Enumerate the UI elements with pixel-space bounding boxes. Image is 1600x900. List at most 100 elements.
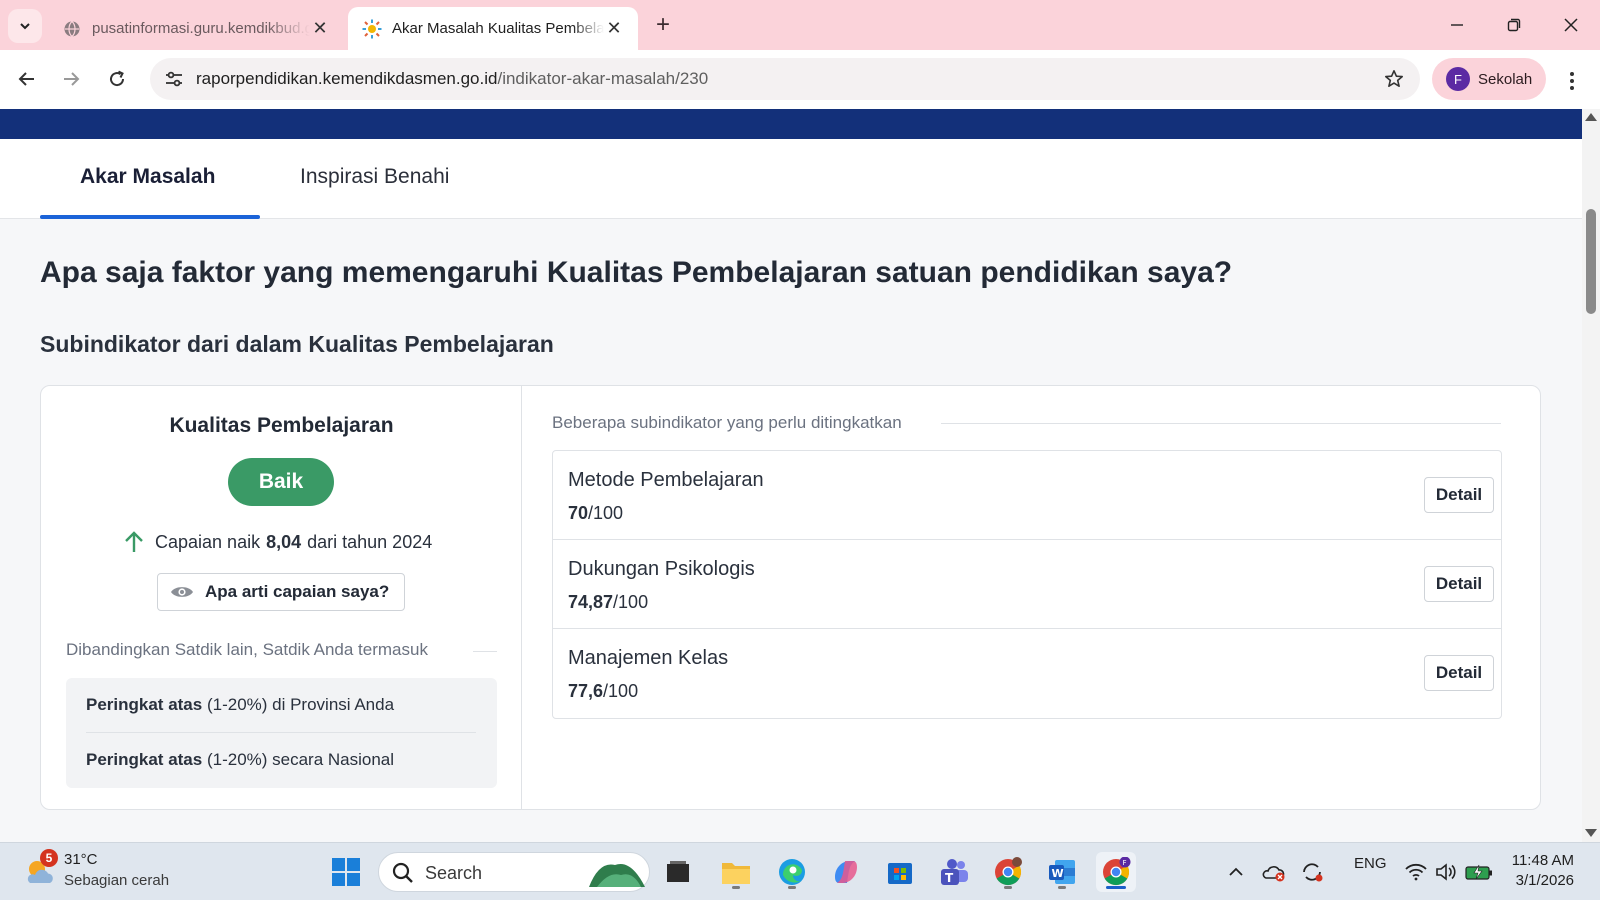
browser-tab-akar-masalah[interactable]: Akar Masalah Kualitas Pembelajaran ✕ (348, 7, 638, 50)
onedrive-tray-icon[interactable] (1260, 852, 1288, 892)
browser-menu-button[interactable] (1558, 67, 1586, 95)
subindicator-list: Metode Pembelajaran 70/100 Detail Dukung… (552, 450, 1502, 719)
score-max: /100 (613, 592, 649, 612)
scroll-down-icon[interactable] (1585, 829, 1597, 837)
forward-button[interactable] (54, 62, 88, 96)
status-badge: Baik (228, 458, 334, 506)
store-icon (888, 863, 912, 884)
tab-inspirasi-benahi[interactable]: Inspirasi Benahi (300, 165, 449, 189)
url-text: raporpendidikan.kemendikdasmen.go.id/ind… (196, 69, 708, 89)
running-indicator (1106, 886, 1126, 889)
rank-label: Peringkat atas (86, 750, 203, 769)
temperature: 31°C (64, 851, 98, 868)
close-window-button[interactable] (1551, 10, 1591, 40)
windows-logo-icon (332, 858, 360, 886)
list-item: Manajemen Kelas 77,6/100 Detail (553, 629, 1501, 718)
browser-tab-pusatinformasi[interactable]: pusatinformasi.guru.kemdikbud.go.id ✕ (48, 7, 344, 50)
cloud-error-icon (1262, 866, 1285, 882)
url-path: /indikator-akar-masalah/230 (497, 69, 709, 88)
copilot-button[interactable] (826, 852, 866, 892)
chrome-button[interactable] (988, 852, 1028, 892)
score-value: 74,87 (568, 592, 614, 612)
svg-text:W: W (1052, 867, 1064, 880)
subindicator-panel: Beberapa subindikator yang perlu ditingk… (522, 386, 1540, 809)
divider (86, 732, 476, 733)
sync-tray-icon[interactable] (1298, 852, 1326, 892)
teams-button[interactable]: T (934, 852, 974, 892)
svg-text:F: F (1123, 859, 1127, 867)
page-content: Akar Masalah Inspirasi Benahi Apa saja f… (0, 109, 1582, 842)
clock[interactable]: 11:48 AM 3/1/2026 (1494, 851, 1574, 891)
score-value: 70 (568, 503, 589, 523)
site-info-button[interactable] (158, 63, 190, 95)
indicator-card: Kualitas Pembelajaran Baik Capaian naik … (40, 385, 1541, 810)
wifi-tray-icon[interactable] (1402, 852, 1430, 892)
ranking-box: Peringkat atas (1-20%) di Provinsi Anda … (66, 678, 497, 788)
profile-button[interactable]: F Sekolah (1432, 58, 1546, 100)
trend-suffix: dari tahun 2024 (307, 531, 433, 552)
close-icon[interactable]: ✕ (604, 18, 624, 39)
section-title: Subindikator dari dalam Kualitas Pembela… (40, 331, 554, 357)
show-hidden-icons-button[interactable] (1222, 852, 1250, 892)
meaning-button-label: Apa arti capaian saya? (205, 582, 390, 601)
list-item: Metode Pembelajaran 70/100 Detail (553, 451, 1501, 540)
battery-tray-icon[interactable] (1464, 852, 1494, 892)
scrollbar-thumb[interactable] (1586, 209, 1596, 314)
battery-charging-icon (1465, 864, 1492, 880)
browser-tab-strip: pusatinformasi.guru.kemdikbud.go.id ✕ Ak… (0, 0, 1600, 50)
score-max: /100 (588, 503, 624, 523)
volume-tray-icon[interactable] (1432, 852, 1460, 892)
subindicator-name: Dukungan Psikologis (568, 558, 755, 580)
detail-button[interactable]: Detail (1424, 477, 1494, 513)
close-icon[interactable]: ✕ (310, 18, 330, 39)
back-button[interactable] (10, 62, 44, 96)
detail-button[interactable]: Detail (1424, 566, 1494, 602)
tune-icon (166, 71, 182, 87)
arrow-up-icon (123, 530, 145, 554)
wifi-icon (1405, 863, 1427, 881)
subindicator-score: 70/100 (568, 503, 623, 524)
chevron-down-icon (20, 23, 30, 30)
weather-widget[interactable]: 5 31°C Sebagian cerah (24, 849, 204, 893)
start-button[interactable] (326, 852, 366, 892)
copilot-icon (835, 861, 857, 883)
page-scrollbar[interactable] (1582, 109, 1600, 842)
minimize-button[interactable] (1437, 10, 1477, 40)
teams-icon: T (941, 859, 968, 885)
close-icon (1564, 18, 1578, 32)
tab-akar-masalah[interactable]: Akar Masalah (80, 165, 215, 189)
store-button[interactable] (880, 852, 920, 892)
task-view-icon (667, 861, 689, 882)
more-vertical-icon (1570, 72, 1574, 90)
file-explorer-button[interactable] (716, 852, 756, 892)
sun-logo-icon (362, 19, 382, 39)
subindicator-name: Manajemen Kelas (568, 647, 729, 669)
trend-prefix: Capaian naik (155, 531, 261, 552)
subindicator-score: 77,6/100 (568, 681, 638, 702)
detail-button[interactable]: Detail (1424, 655, 1494, 691)
bookmark-button[interactable] (1382, 67, 1406, 91)
task-view-button[interactable] (658, 852, 698, 892)
chrome-profile-button[interactable]: F (1096, 852, 1136, 892)
url-host: raporpendidikan.kemendikdasmen.go.id (196, 69, 498, 88)
taskbar: 5 31°C Sebagian cerah Search T W F ENG 1… (0, 842, 1600, 900)
restore-button[interactable] (1494, 10, 1534, 40)
language-indicator[interactable]: ENG (1354, 855, 1387, 872)
meaning-button[interactable]: Apa arti capaian saya? (157, 573, 405, 611)
clock-date: 3/1/2026 (1515, 872, 1574, 889)
new-tab-button[interactable]: + (650, 11, 676, 38)
edge-icon (779, 859, 805, 885)
page-title: Apa saja faktor yang memengaruhi Kualita… (40, 256, 1233, 289)
taskbar-search[interactable]: Search (378, 852, 650, 892)
edge-button[interactable] (772, 852, 812, 892)
word-button[interactable]: W (1042, 852, 1082, 892)
address-bar[interactable]: raporpendidikan.kemendikdasmen.go.id/ind… (150, 58, 1420, 100)
scroll-up-icon[interactable] (1585, 113, 1597, 121)
tab-search-button[interactable] (8, 9, 42, 43)
speaker-icon (1436, 863, 1456, 881)
rank-label: Peringkat atas (86, 695, 203, 714)
arrow-left-icon (18, 72, 34, 86)
reload-button[interactable] (100, 62, 134, 96)
chrome-icon (995, 857, 1022, 886)
search-icon (392, 862, 413, 883)
